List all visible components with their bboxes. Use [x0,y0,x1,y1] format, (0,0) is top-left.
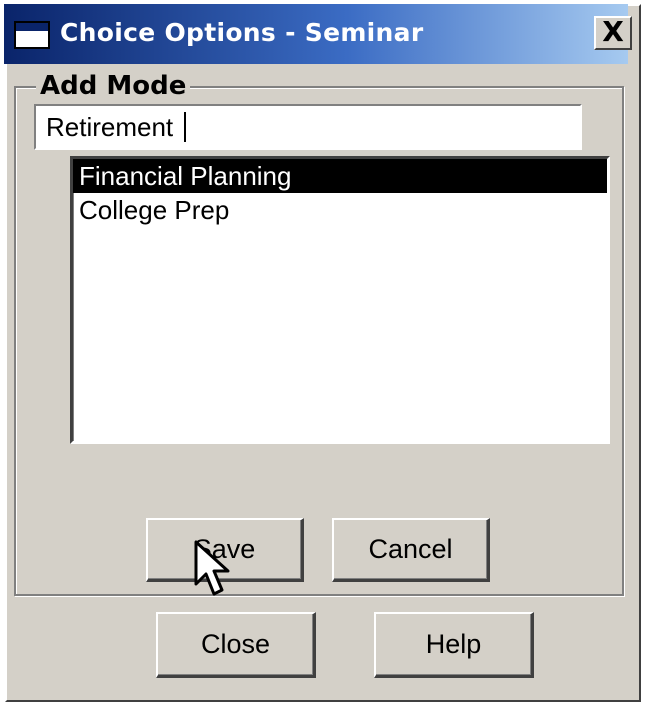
mode-name-input[interactable] [34,104,582,150]
group-label: Add Mode [36,70,191,102]
window-icon[interactable] [14,21,50,49]
text-caret [184,112,186,142]
mouse-pointer-icon [194,540,230,596]
cancel-button[interactable]: Cancel [332,518,490,582]
choice-list[interactable]: Financial Planning College Prep [70,156,610,444]
close-icon[interactable]: X [594,16,632,50]
help-button[interactable]: Help [374,612,534,678]
list-item-financial-planning[interactable]: Financial Planning [73,159,607,193]
list-item-college-prep[interactable]: College Prep [73,193,607,227]
title-bar[interactable]: Choice Options - Seminar [4,4,628,64]
window-title: Choice Options - Seminar [60,18,424,47]
close-button[interactable]: Close [156,612,316,678]
